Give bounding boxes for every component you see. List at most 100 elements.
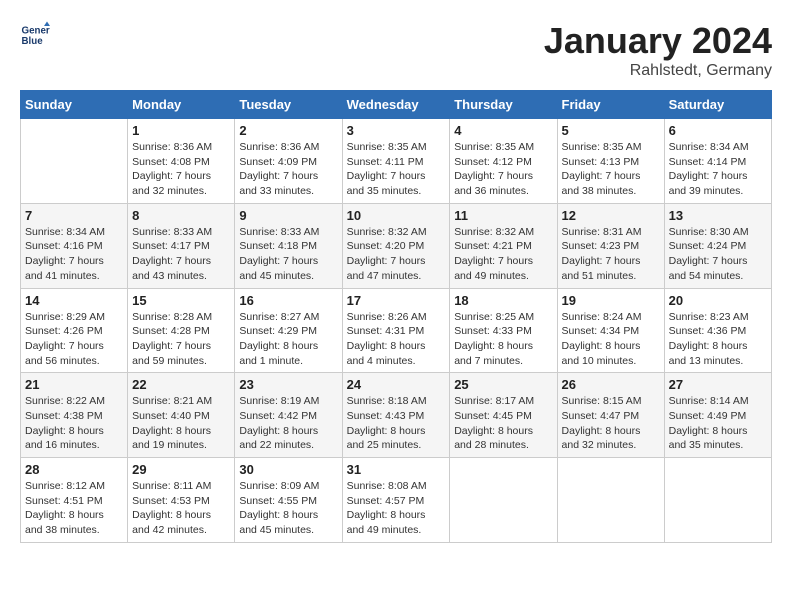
day-info: Sunrise: 8:33 AMSunset: 4:17 PMDaylight:… (132, 225, 230, 284)
svg-text:General: General (22, 26, 51, 37)
calendar-day-cell: 14 Sunrise: 8:29 AMSunset: 4:26 PMDayligh… (21, 288, 128, 373)
day-number: 24 (347, 377, 446, 392)
calendar-day-cell: 12 Sunrise: 8:31 AMSunset: 4:23 PMDayligh… (557, 203, 664, 288)
day-info: Sunrise: 8:12 AMSunset: 4:51 PMDaylight:… (25, 479, 123, 538)
day-info: Sunrise: 8:28 AMSunset: 4:28 PMDaylight:… (132, 310, 230, 369)
day-info: Sunrise: 8:31 AMSunset: 4:23 PMDaylight:… (562, 225, 660, 284)
day-number: 23 (239, 377, 337, 392)
day-info: Sunrise: 8:17 AMSunset: 4:45 PMDaylight:… (454, 394, 552, 453)
calendar-day-cell: 7 Sunrise: 8:34 AMSunset: 4:16 PMDaylight… (21, 203, 128, 288)
calendar-day-cell (557, 458, 664, 543)
calendar-day-cell: 3 Sunrise: 8:35 AMSunset: 4:11 PMDaylight… (342, 119, 450, 204)
calendar-day-cell: 1 Sunrise: 8:36 AMSunset: 4:08 PMDaylight… (128, 119, 235, 204)
day-number: 20 (669, 293, 767, 308)
day-info: Sunrise: 8:14 AMSunset: 4:49 PMDaylight:… (669, 394, 767, 453)
day-info: Sunrise: 8:36 AMSunset: 4:08 PMDaylight:… (132, 140, 230, 199)
calendar-day-cell: 13Sunrise: 8:30 AMSunset: 4:24 PMDayligh… (664, 203, 771, 288)
calendar-day-cell: 8 Sunrise: 8:33 AMSunset: 4:17 PMDaylight… (128, 203, 235, 288)
day-number: 15 (132, 293, 230, 308)
calendar-day-cell (664, 458, 771, 543)
day-number: 29 (132, 462, 230, 477)
day-info: Sunrise: 8:23 AMSunset: 4:36 PMDaylight:… (669, 310, 767, 369)
calendar-header-row: SundayMondayTuesdayWednesdayThursdayFrid… (21, 91, 772, 119)
day-info: Sunrise: 8:32 AMSunset: 4:21 PMDaylight:… (454, 225, 552, 284)
day-number: 17 (347, 293, 446, 308)
weekday-header: Friday (557, 91, 664, 119)
calendar-day-cell: 22Sunrise: 8:21 AMSunset: 4:40 PMDayligh… (128, 373, 235, 458)
day-info: Sunrise: 8:24 AMSunset: 4:34 PMDaylight:… (562, 310, 660, 369)
day-info: Sunrise: 8:22 AMSunset: 4:38 PMDaylight:… (25, 394, 123, 453)
day-number: 9 (239, 208, 337, 223)
day-number: 21 (25, 377, 123, 392)
logo-icon: General Blue (20, 20, 50, 50)
day-info: Sunrise: 8:11 AMSunset: 4:53 PMDaylight:… (132, 479, 230, 538)
day-number: 14 (25, 293, 123, 308)
calendar-day-cell: 24 Sunrise: 8:18 AMSunset: 4:43 PMDayligh… (342, 373, 450, 458)
calendar-day-cell: 11 Sunrise: 8:32 AMSunset: 4:21 PMDayligh… (450, 203, 557, 288)
calendar-day-cell: 10 Sunrise: 8:32 AMSunset: 4:20 PMDayligh… (342, 203, 450, 288)
weekday-header: Saturday (664, 91, 771, 119)
day-number: 11 (454, 208, 552, 223)
day-info: Sunrise: 8:34 AMSunset: 4:14 PMDaylight:… (669, 140, 767, 199)
day-info: Sunrise: 8:18 AMSunset: 4:43 PMDaylight:… (347, 394, 446, 453)
day-info: Sunrise: 8:32 AMSunset: 4:20 PMDaylight:… (347, 225, 446, 284)
day-number: 7 (25, 208, 123, 223)
calendar-week-row: 14 Sunrise: 8:29 AMSunset: 4:26 PMDayligh… (21, 288, 772, 373)
day-info: Sunrise: 8:35 AMSunset: 4:13 PMDaylight:… (562, 140, 660, 199)
calendar-day-cell: 17 Sunrise: 8:26 AMSunset: 4:31 PMDayligh… (342, 288, 450, 373)
day-info: Sunrise: 8:35 AMSunset: 4:11 PMDaylight:… (347, 140, 446, 199)
day-number: 10 (347, 208, 446, 223)
day-number: 12 (562, 208, 660, 223)
calendar-day-cell: 15 Sunrise: 8:28 AMSunset: 4:28 PMDayligh… (128, 288, 235, 373)
page-header: General Blue January 2024 Rahlstedt, Ger… (20, 20, 772, 80)
calendar-day-cell: 4 Sunrise: 8:35 AMSunset: 4:12 PMDaylight… (450, 119, 557, 204)
calendar-day-cell: 16 Sunrise: 8:27 AMSunset: 4:29 PMDayligh… (235, 288, 342, 373)
day-number: 28 (25, 462, 123, 477)
day-info: Sunrise: 8:29 AMSunset: 4:26 PMDaylight:… (25, 310, 123, 369)
day-info: Sunrise: 8:19 AMSunset: 4:42 PMDaylight:… (239, 394, 337, 453)
calendar-day-cell: 18 Sunrise: 8:25 AMSunset: 4:33 PMDayligh… (450, 288, 557, 373)
day-info: Sunrise: 8:25 AMSunset: 4:33 PMDaylight:… (454, 310, 552, 369)
day-number: 8 (132, 208, 230, 223)
month-title: January 2024 (544, 20, 772, 62)
day-info: Sunrise: 8:35 AMSunset: 4:12 PMDaylight:… (454, 140, 552, 199)
day-number: 19 (562, 293, 660, 308)
day-number: 31 (347, 462, 446, 477)
calendar-week-row: 7 Sunrise: 8:34 AMSunset: 4:16 PMDaylight… (21, 203, 772, 288)
day-number: 26 (562, 377, 660, 392)
day-number: 5 (562, 123, 660, 138)
calendar-day-cell: 30Sunrise: 8:09 AMSunset: 4:55 PMDayligh… (235, 458, 342, 543)
day-number: 3 (347, 123, 446, 138)
weekday-header: Monday (128, 91, 235, 119)
calendar-day-cell: 27Sunrise: 8:14 AMSunset: 4:49 PMDayligh… (664, 373, 771, 458)
logo: General Blue (20, 20, 55, 50)
day-number: 18 (454, 293, 552, 308)
day-info: Sunrise: 8:34 AMSunset: 4:16 PMDaylight:… (25, 225, 123, 284)
calendar-day-cell: 29 Sunrise: 8:11 AMSunset: 4:53 PMDayligh… (128, 458, 235, 543)
title-section: January 2024 Rahlstedt, Germany (544, 20, 772, 80)
day-number: 30 (239, 462, 337, 477)
day-number: 16 (239, 293, 337, 308)
day-info: Sunrise: 8:26 AMSunset: 4:31 PMDaylight:… (347, 310, 446, 369)
weekday-header: Tuesday (235, 91, 342, 119)
day-info: Sunrise: 8:27 AMSunset: 4:29 PMDaylight:… (239, 310, 337, 369)
day-number: 6 (669, 123, 767, 138)
day-info: Sunrise: 8:30 AMSunset: 4:24 PMDaylight:… (669, 225, 767, 284)
day-number: 25 (454, 377, 552, 392)
calendar-day-cell: 20 Sunrise: 8:23 AMSunset: 4:36 PMDayligh… (664, 288, 771, 373)
day-number: 4 (454, 123, 552, 138)
calendar-day-cell: 19 Sunrise: 8:24 AMSunset: 4:34 PMDayligh… (557, 288, 664, 373)
calendar-day-cell: 28 Sunrise: 8:12 AMSunset: 4:51 PMDayligh… (21, 458, 128, 543)
calendar-day-cell: 5 Sunrise: 8:35 AMSunset: 4:13 PMDaylight… (557, 119, 664, 204)
calendar-table: SundayMondayTuesdayWednesdayThursdayFrid… (20, 90, 772, 543)
calendar-week-row: 1 Sunrise: 8:36 AMSunset: 4:08 PMDaylight… (21, 119, 772, 204)
day-info: Sunrise: 8:08 AMSunset: 4:57 PMDaylight:… (347, 479, 446, 538)
day-info: Sunrise: 8:36 AMSunset: 4:09 PMDaylight:… (239, 140, 337, 199)
calendar-day-cell: 6 Sunrise: 8:34 AMSunset: 4:14 PMDaylight… (664, 119, 771, 204)
calendar-day-cell: 23 Sunrise: 8:19 AMSunset: 4:42 PMDayligh… (235, 373, 342, 458)
day-number: 1 (132, 123, 230, 138)
day-info: Sunrise: 8:33 AMSunset: 4:18 PMDaylight:… (239, 225, 337, 284)
location-title: Rahlstedt, Germany (544, 62, 772, 80)
day-info: Sunrise: 8:15 AMSunset: 4:47 PMDaylight:… (562, 394, 660, 453)
calendar-day-cell: 25 Sunrise: 8:17 AMSunset: 4:45 PMDayligh… (450, 373, 557, 458)
